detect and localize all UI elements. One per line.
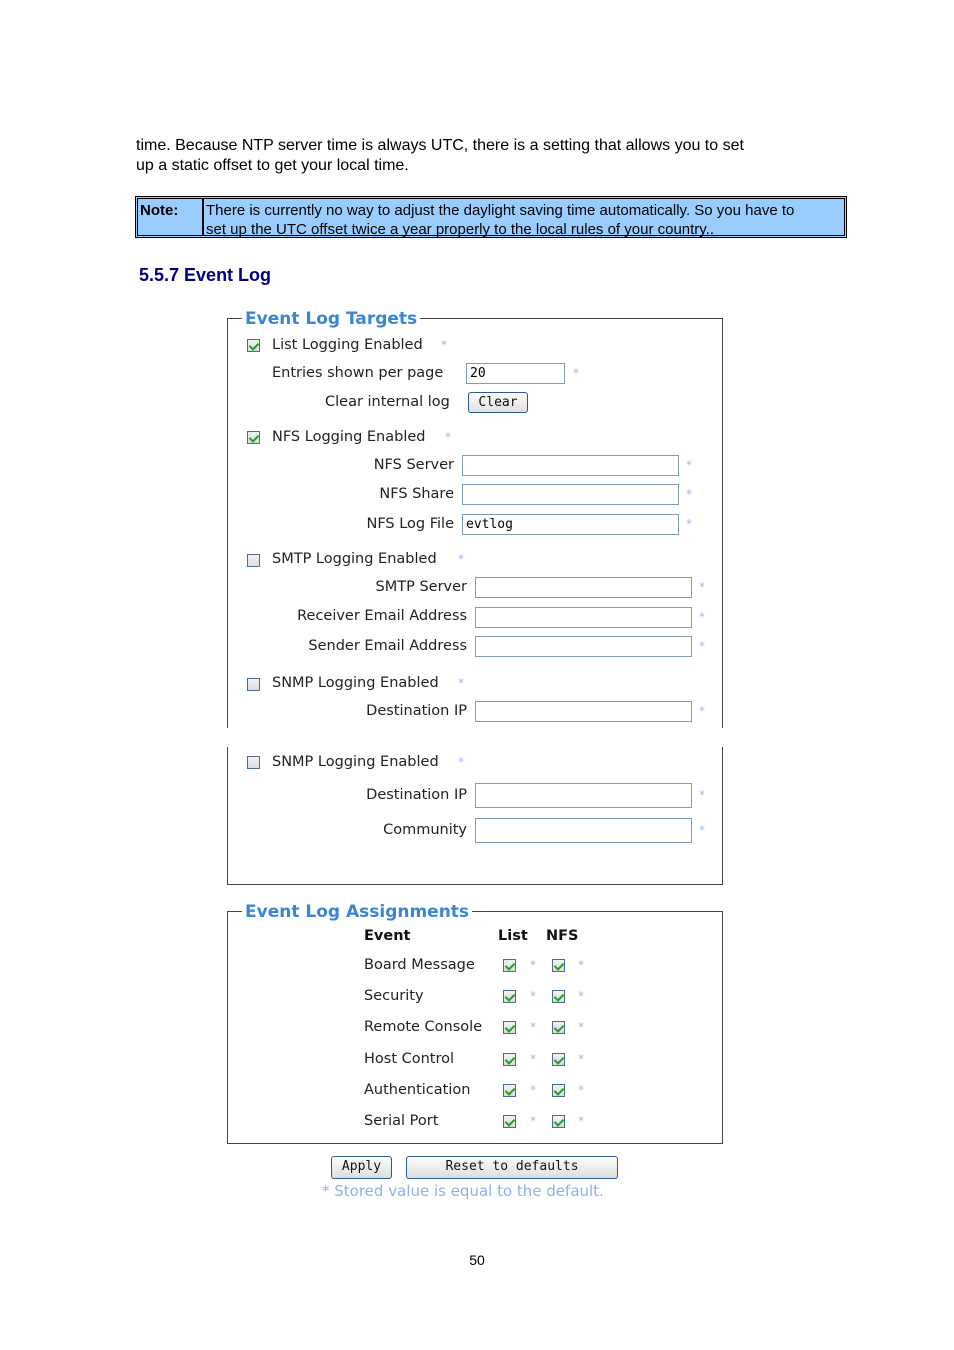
- destination-ip-input-2[interactable]: [475, 783, 692, 808]
- default-star-icon: *: [578, 1020, 584, 1034]
- list-checkbox[interactable]: [503, 1053, 516, 1066]
- targets-legend: Event Log Targets: [242, 309, 421, 329]
- default-star-icon: *: [530, 958, 536, 972]
- event-name: Board Message: [364, 957, 475, 973]
- nfs-logging-label: NFS Logging Enabled: [272, 429, 426, 445]
- nfs-share-input[interactable]: [462, 484, 679, 505]
- destination-ip-label-2: Destination IP: [366, 787, 467, 803]
- default-star-icon: *: [458, 755, 464, 769]
- nfs-checkbox[interactable]: [552, 1115, 565, 1128]
- header-event: Event: [364, 928, 411, 944]
- list-logging-label: List Logging Enabled: [272, 337, 423, 353]
- default-star-icon: *: [699, 823, 705, 837]
- community-input[interactable]: [475, 818, 692, 843]
- list-checkbox[interactable]: [503, 990, 516, 1003]
- snmp-logging-checkbox[interactable]: [247, 678, 260, 691]
- list-checkbox[interactable]: [503, 959, 516, 972]
- default-star-icon: *: [686, 517, 692, 531]
- clear-log-button[interactable]: Clear: [468, 392, 528, 413]
- nfs-log-file-input[interactable]: [462, 514, 679, 535]
- default-star-icon: *: [699, 788, 705, 802]
- event-name: Host Control: [364, 1051, 455, 1067]
- smtp-server-input[interactable]: [475, 577, 692, 598]
- intro-line-1: time. Because NTP server time is always …: [136, 137, 744, 154]
- default-star-icon: *: [530, 1052, 536, 1066]
- default-star-icon: *: [458, 552, 464, 566]
- default-star-icon: *: [578, 958, 584, 972]
- default-star-icon: *: [573, 366, 579, 380]
- nfs-checkbox[interactable]: [552, 990, 565, 1003]
- default-star-icon: *: [699, 580, 705, 594]
- note-label: Note:: [138, 199, 204, 235]
- default-star-icon: *: [578, 1083, 584, 1097]
- smtp-server-label: SMTP Server: [375, 579, 467, 595]
- default-star-icon: *: [530, 1083, 536, 1097]
- entries-per-page-label: Entries shown per page: [272, 365, 444, 381]
- default-star-icon: *: [699, 704, 705, 718]
- default-star-icon: *: [441, 338, 447, 352]
- note-text: There is currently no way to adjust the …: [206, 201, 844, 239]
- default-star-icon: *: [686, 487, 692, 501]
- nfs-share-label: NFS Share: [379, 486, 454, 502]
- snmp-logging-label: SNMP Logging Enabled: [272, 675, 439, 691]
- default-star-icon: *: [530, 1020, 536, 1034]
- event-name: Remote Console: [364, 1019, 483, 1035]
- intro-line-2: up a static offset to get your local tim…: [136, 157, 409, 174]
- sender-email-label: Sender Email Address: [308, 638, 467, 654]
- default-star-icon: *: [699, 610, 705, 624]
- default-star-icon: *: [530, 1114, 536, 1128]
- receiver-email-input[interactable]: [475, 607, 692, 628]
- nfs-checkbox[interactable]: [552, 1053, 565, 1066]
- snmp-logging-checkbox-2[interactable]: [247, 756, 260, 769]
- smtp-logging-label: SMTP Logging Enabled: [272, 551, 437, 567]
- default-star-icon: *: [445, 430, 451, 444]
- nfs-server-label: NFS Server: [373, 457, 454, 473]
- assignments-legend: Event Log Assignments: [242, 902, 473, 922]
- apply-button[interactable]: Apply: [331, 1156, 392, 1179]
- note-line-2: set up the UTC offset twice a year prope…: [206, 221, 715, 238]
- nfs-checkbox[interactable]: [552, 1084, 565, 1097]
- default-star-icon: *: [578, 1114, 584, 1128]
- snmp-logging-label-2: SNMP Logging Enabled: [272, 754, 439, 770]
- receiver-email-label: Receiver Email Address: [297, 608, 467, 624]
- default-star-icon: *: [686, 458, 692, 472]
- event-name: Security: [364, 988, 424, 1004]
- event-name: Authentication: [364, 1082, 471, 1098]
- entries-per-page-input[interactable]: [466, 363, 565, 384]
- default-star-icon: *: [530, 989, 536, 1003]
- sender-email-input[interactable]: [475, 636, 692, 657]
- clear-log-label: Clear internal log: [325, 394, 450, 410]
- section-heading: 5.5.7 Event Log: [139, 265, 272, 285]
- nfs-logging-checkbox[interactable]: [247, 431, 260, 444]
- default-footnote: * Stored value is equal to the default.: [322, 1182, 604, 1200]
- default-star-icon: *: [578, 1052, 584, 1066]
- event-name: Serial Port: [364, 1113, 439, 1129]
- default-star-icon: *: [699, 639, 705, 653]
- nfs-log-file-label: NFS Log File: [366, 516, 454, 532]
- header-nfs: NFS: [546, 928, 579, 944]
- list-checkbox[interactable]: [503, 1021, 516, 1034]
- community-label: Community: [383, 822, 467, 838]
- page-number: 50: [469, 1252, 485, 1268]
- list-logging-checkbox[interactable]: [247, 339, 260, 352]
- note-box: Note: There is currently no way to adjus…: [135, 196, 847, 238]
- header-list: List: [498, 928, 528, 944]
- note-line-1: There is currently no way to adjust the …: [206, 202, 795, 219]
- destination-ip-label: Destination IP: [366, 703, 467, 719]
- list-checkbox[interactable]: [503, 1115, 516, 1128]
- intro-paragraph: time. Because NTP server time is always …: [136, 136, 836, 176]
- nfs-checkbox[interactable]: [552, 959, 565, 972]
- default-star-icon: *: [458, 676, 464, 690]
- list-checkbox[interactable]: [503, 1084, 516, 1097]
- nfs-checkbox[interactable]: [552, 1021, 565, 1034]
- nfs-server-input[interactable]: [462, 455, 679, 476]
- smtp-logging-checkbox[interactable]: [247, 554, 260, 567]
- reset-defaults-button[interactable]: Reset to defaults: [406, 1156, 618, 1179]
- default-star-icon: *: [578, 989, 584, 1003]
- destination-ip-input[interactable]: [475, 701, 692, 722]
